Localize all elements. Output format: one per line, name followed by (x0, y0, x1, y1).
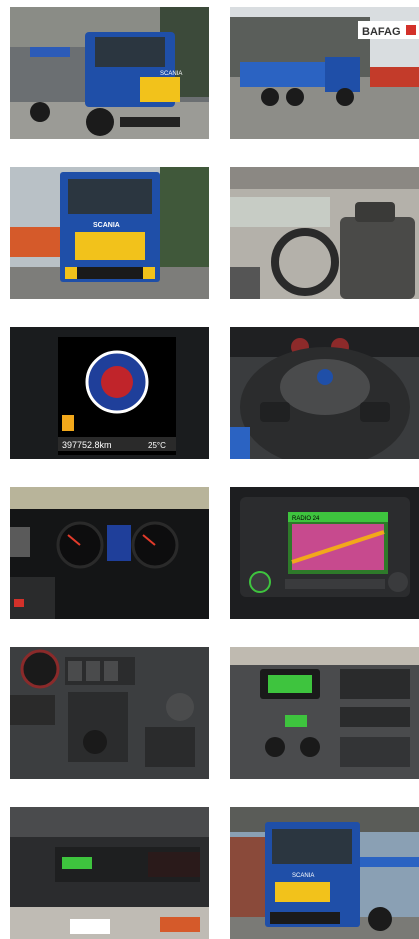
photo-instrument-cluster[interactable] (10, 487, 209, 619)
odometer-readout: 397752.8km (62, 440, 112, 450)
truck-brand-label-2: SCANIA (292, 873, 314, 879)
photo-truck-front-left[interactable]: SCANIA (10, 7, 209, 139)
photo-switch-panel[interactable] (10, 647, 209, 779)
photo-cab-interior-seats[interactable] (230, 167, 419, 299)
photo-truck-front-left-2[interactable]: SCANIA (230, 807, 419, 939)
photo-tachograph[interactable] (10, 807, 209, 939)
photo-navigation-radio[interactable]: RADIO 24 (230, 487, 419, 619)
grille-brand: SCANIA (93, 222, 120, 229)
photo-steering-wheel[interactable] (230, 327, 419, 459)
photo-truck-front[interactable]: SCANIA (10, 167, 209, 299)
photo-center-console[interactable] (230, 647, 419, 779)
photo-truck-side-building[interactable]: BAFAG (230, 7, 419, 139)
sign-text: BAFAG (362, 26, 401, 38)
photo-dash-display-logo[interactable]: 397752.8km 25°C (10, 327, 209, 459)
radio-station-label: RADIO 24 (292, 516, 320, 522)
truck-brand-label: SCANIA (160, 71, 182, 77)
temperature-readout: 25°C (148, 441, 166, 450)
